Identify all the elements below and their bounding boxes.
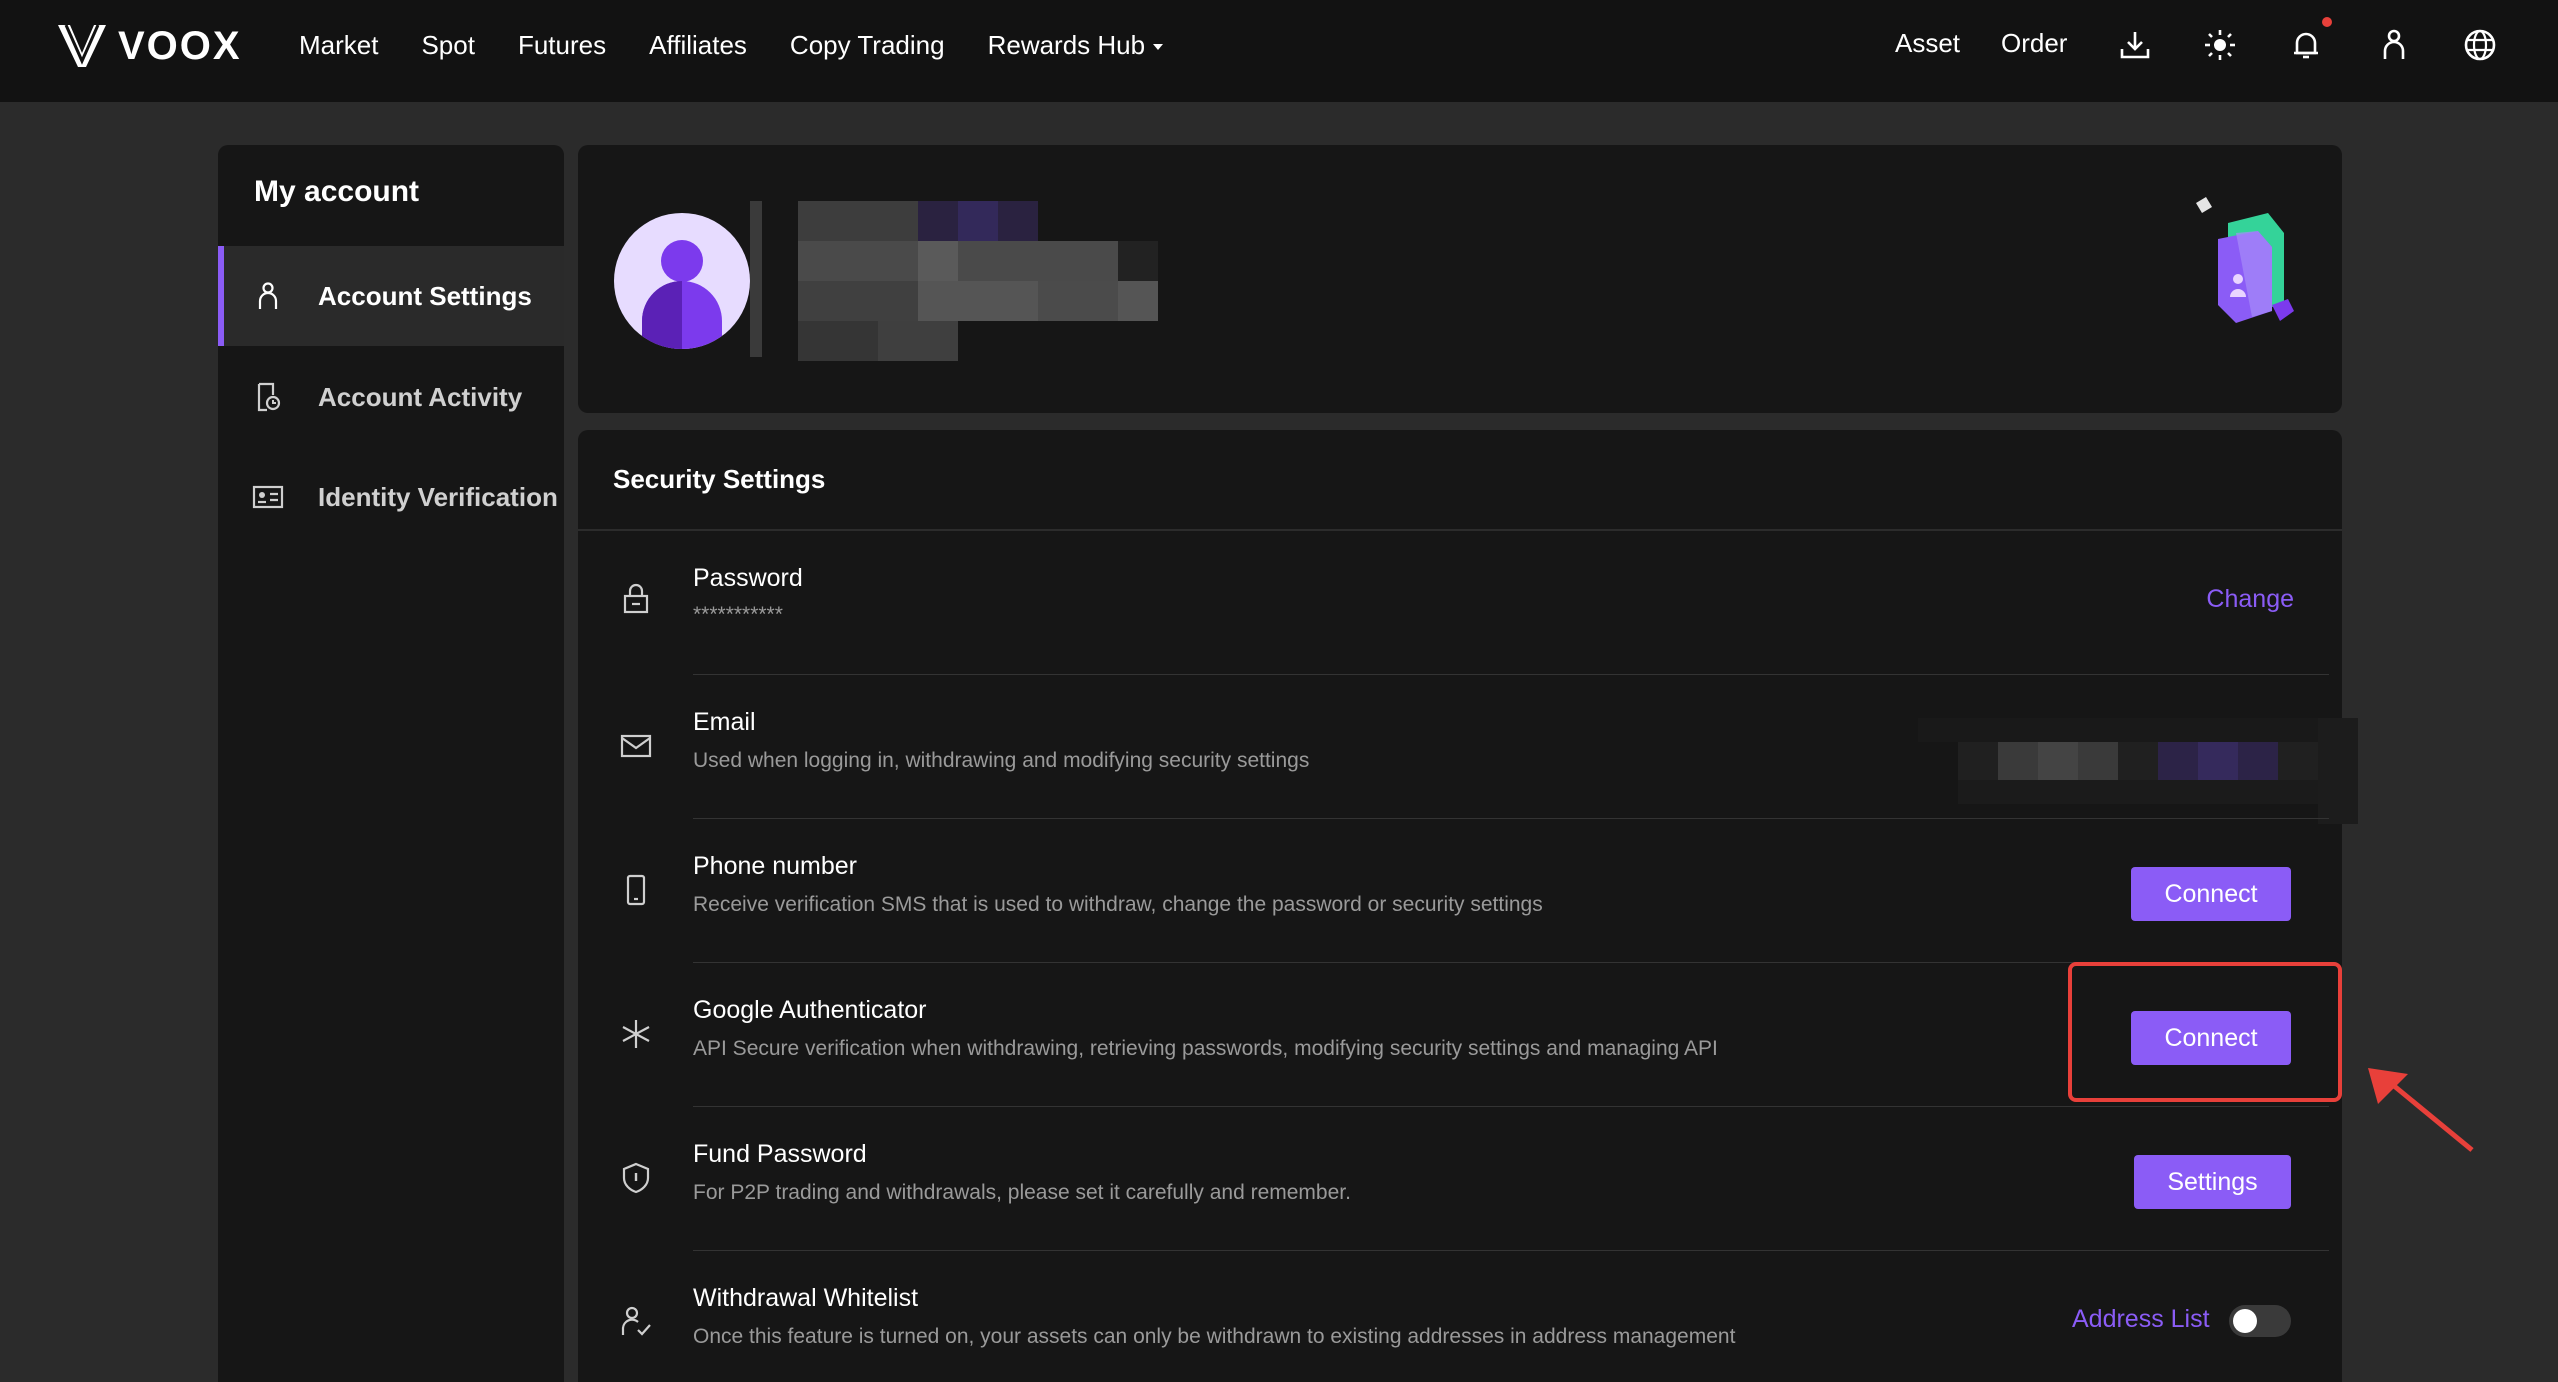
nav-copy-trading[interactable]: Copy Trading — [790, 30, 945, 61]
sidebar-title: My account — [254, 175, 420, 208]
row-title: Google Authenticator — [693, 996, 927, 1024]
id-card-icon — [252, 485, 284, 509]
caret-down-icon — [1153, 43, 1164, 50]
download-icon[interactable] — [2117, 27, 2153, 63]
avatar-edge — [750, 201, 762, 357]
profile-card — [578, 145, 2342, 413]
avatar-user-icon — [642, 240, 722, 349]
redacted-email — [1918, 718, 2358, 824]
nav-order[interactable]: Order — [2001, 28, 2067, 59]
row-description: Used when logging in, withdrawing and mo… — [693, 749, 1310, 772]
fund-password-settings-button[interactable]: Settings — [2134, 1155, 2291, 1209]
theme-sun-icon[interactable] — [2202, 27, 2238, 63]
redacted-username — [798, 201, 1158, 361]
withdrawal-whitelist-toggle[interactable] — [2229, 1305, 2291, 1337]
brand-name: VOOX — [118, 23, 242, 68]
sidebar-item-identity-verification[interactable]: Identity Verification — [218, 447, 564, 547]
phone-icon — [626, 874, 646, 906]
row-title: Email — [693, 708, 756, 736]
connect-phone-button[interactable]: Connect — [2131, 867, 2291, 921]
security-row-password: Password *********** Change — [578, 531, 2342, 675]
whitelist-icon — [621, 1306, 651, 1336]
account-sidebar: My account Account Settings Account Acti… — [218, 145, 564, 1382]
shield-icon — [622, 1162, 650, 1194]
voox-logo[interactable]: VOOX — [56, 22, 242, 70]
address-list-link[interactable]: Address List — [2072, 1305, 2210, 1334]
row-description: API Secure verification when withdrawing… — [693, 1037, 1718, 1060]
authenticator-icon — [622, 1020, 650, 1048]
notification-dot — [2322, 17, 2332, 27]
toggle-knob — [2233, 1309, 2257, 1333]
sidebar-item-label: Identity Verification — [318, 481, 558, 512]
sidebar-item-account-settings[interactable]: Account Settings — [218, 246, 564, 346]
row-description: For P2P trading and withdrawals, please … — [693, 1181, 1351, 1204]
nav-rewards-hub-label: Rewards Hub — [987, 29, 1146, 60]
security-settings-card: Security Settings Password *********** C… — [578, 430, 2358, 1382]
sidebar-item-label: Account Activity — [318, 381, 523, 412]
row-title: Fund Password — [693, 1140, 867, 1168]
globe-icon[interactable] — [2462, 27, 2498, 63]
row-title: Withdrawal Whitelist — [693, 1284, 919, 1312]
row-description: Once this feature is turned on, your ass… — [693, 1325, 1736, 1348]
main-nav: Market Spot Futures Affiliates Copy Trad… — [299, 0, 1206, 90]
nav-market[interactable]: Market — [299, 30, 378, 61]
nav-futures[interactable]: Futures — [518, 30, 606, 61]
top-navigation-bar: VOOX Market Spot Futures Affiliates Copy… — [0, 0, 2558, 102]
user-icon[interactable] — [2376, 27, 2412, 63]
mail-icon — [620, 734, 652, 758]
password-mask: *********** — [693, 603, 783, 626]
nav-spot[interactable]: Spot — [421, 30, 475, 61]
nav-rewards-hub[interactable]: Rewards Hub — [988, 30, 1164, 61]
lock-icon — [623, 583, 649, 614]
sidebar-item-label: Account Settings — [318, 280, 532, 311]
security-row-email: Email Used when logging in, withdrawing … — [578, 675, 2358, 824]
security-row-phone: Phone number Receive verification SMS th… — [578, 819, 2342, 963]
row-description: Receive verification SMS that is used to… — [693, 893, 1543, 916]
voox-logo-icon — [58, 24, 106, 67]
nav-affiliates[interactable]: Affiliates — [649, 30, 747, 61]
bell-icon[interactable] — [2288, 27, 2324, 63]
security-shield-illustration — [2196, 197, 2294, 323]
row-title: Phone number — [693, 852, 858, 880]
avatar[interactable] — [614, 213, 750, 349]
highlight-box — [2068, 962, 2342, 1102]
activity-icon — [257, 382, 281, 412]
sidebar-item-account-activity[interactable]: Account Activity — [218, 347, 564, 447]
security-settings-title: Security Settings — [613, 464, 826, 494]
change-password-link[interactable]: Change — [2206, 585, 2294, 614]
nav-asset[interactable]: Asset — [1895, 28, 1960, 59]
security-row-fund-password: Fund Password For P2P trading and withdr… — [578, 1107, 2342, 1251]
user-icon — [258, 282, 278, 309]
row-title: Password — [693, 564, 803, 592]
security-row-withdrawal-whitelist: Withdrawal Whitelist Once this feature i… — [578, 1251, 2342, 1382]
annotation-arrow-icon — [2368, 1068, 2474, 1152]
